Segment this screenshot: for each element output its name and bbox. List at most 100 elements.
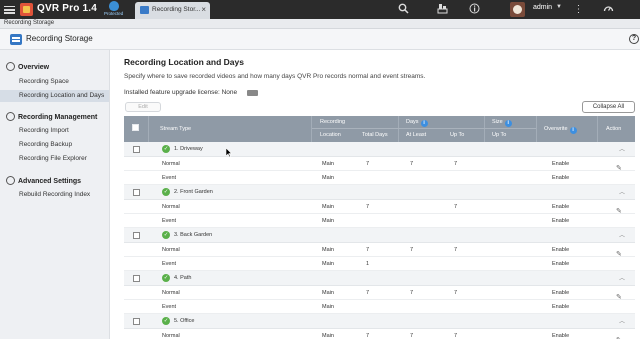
col-size: Size i [492, 119, 512, 127]
row-checkbox[interactable] [133, 232, 140, 239]
table-subrow: Normal Main 7 7 7 Enable [124, 329, 635, 339]
check-circle-icon: ✓ [162, 231, 170, 239]
tab-recording-storage[interactable]: Recording Stor... × [135, 2, 210, 19]
edit-icon[interactable]: ✎ [616, 251, 624, 259]
section-title: Recording Location and Days [124, 57, 244, 67]
search-icon[interactable] [397, 3, 410, 16]
cell-up-to: 7 [454, 333, 458, 339]
sidebar-section-advanced-settings: Advanced Settings [6, 176, 81, 185]
chevron-up-icon[interactable]: ︿ [619, 144, 625, 153]
cell-overwrite: Enable [552, 161, 570, 167]
divider [148, 116, 149, 142]
col-up-to: Up To [450, 132, 465, 138]
cell-total-days: 7 [366, 161, 370, 167]
sidebar-item-recording-file-explorer[interactable]: Recording File Explorer [0, 153, 109, 165]
chevron-up-icon[interactable]: ︿ [619, 230, 625, 239]
cell-type: Event [162, 218, 177, 224]
check-circle-icon: ✓ [162, 188, 170, 196]
edit-icon[interactable]: ✎ [616, 165, 624, 173]
top-bar: QVR Pro 1.4 Protected Recording Stor... … [0, 0, 640, 19]
table-row[interactable]: ✓ 2. Front Garden ︿ [124, 185, 635, 200]
cell-type: Normal [162, 247, 180, 253]
divider [398, 116, 399, 142]
license-icon[interactable] [247, 90, 258, 96]
edit-button[interactable]: Edit [125, 102, 161, 112]
sidebar-item-recording-import[interactable]: Recording Import [0, 125, 109, 137]
cell-at-least: 7 [410, 333, 414, 339]
app-title: QVR Pro 1.4 [37, 3, 97, 14]
table-row[interactable]: ✓ 4. Path ︿ [124, 271, 635, 286]
table-subrow: Event Main 1 Enable [124, 257, 635, 271]
cell-location: Main [322, 204, 334, 210]
sidebar-item-recording-backup[interactable]: Recording Backup [0, 139, 109, 151]
check-circle-icon: ✓ [162, 145, 170, 153]
cell-total-days: 7 [366, 247, 370, 253]
chevron-up-icon[interactable]: ︿ [619, 316, 625, 325]
info-icon[interactable] [468, 3, 481, 16]
sidebar-section-label: Overview [18, 64, 50, 71]
chevron-up-icon[interactable]: ︿ [619, 273, 625, 282]
table-row[interactable]: ✓ 5. Office ︿ [124, 314, 635, 329]
info-icon[interactable]: i [504, 120, 512, 127]
sidebar-item-recording-location-and-days[interactable]: Recording Location and Days [0, 90, 109, 102]
cell-location: Main [322, 161, 334, 167]
sidebar-section-label: Recording Management [18, 114, 98, 121]
sidebar-item-recording-space[interactable]: Recording Space [0, 76, 109, 88]
divider [597, 116, 598, 142]
chevron-up-icon[interactable]: ︿ [619, 187, 625, 196]
cell-type: Event [162, 175, 177, 181]
sidebar-section-overview: Overview [6, 62, 49, 71]
cell-location: Main [322, 333, 334, 339]
cell-type: Normal [162, 290, 180, 296]
edit-icon[interactable]: ✎ [616, 294, 624, 302]
dashboard-icon[interactable] [602, 3, 615, 16]
col-location: Location [320, 132, 341, 138]
col-overwrite-label: Overwrite [544, 126, 568, 132]
app-header: Recording Storage ? [0, 29, 640, 50]
cell-up-to: 7 [454, 290, 458, 296]
cell-total-days: 7 [366, 333, 370, 339]
shield-icon[interactable] [109, 1, 119, 11]
cell-overwrite: Enable [552, 290, 570, 296]
table-row[interactable]: ✓ 3. Back Garden ︿ [124, 228, 635, 243]
cell-overwrite: Enable [552, 261, 570, 267]
recording-management-icon [6, 112, 15, 121]
cell-up-to: 7 [454, 204, 458, 210]
row-checkbox[interactable] [133, 146, 140, 153]
close-icon[interactable]: × [201, 5, 206, 14]
cell-total-days: 7 [366, 204, 370, 210]
select-all-checkbox[interactable] [132, 124, 139, 131]
help-icon[interactable]: ? [629, 34, 639, 44]
qvr-logo-icon [20, 3, 33, 16]
col-total-days: Total Days [362, 132, 388, 138]
overview-icon [6, 62, 15, 71]
more-icon[interactable]: ⋮ [572, 3, 585, 16]
chevron-down-icon[interactable]: ▼ [556, 4, 562, 10]
row-checkbox[interactable] [133, 189, 140, 196]
advanced-settings-icon [6, 176, 15, 185]
tab-label: Recording Stor... [152, 6, 201, 13]
col-size-label: Size [492, 119, 503, 125]
info-icon[interactable]: i [569, 127, 577, 134]
cell-type: Event [162, 261, 177, 267]
menu-icon[interactable] [4, 4, 15, 15]
recording-storage-icon [10, 34, 22, 45]
edit-icon[interactable]: ✎ [616, 208, 624, 216]
user-name[interactable]: admin [533, 4, 552, 11]
table-row[interactable]: ✓ 1. Driveway ︿ [124, 142, 635, 157]
cell-location: Main [322, 261, 334, 267]
cell-at-least: 7 [410, 161, 414, 167]
row-checkbox[interactable] [133, 275, 140, 282]
info-icon[interactable]: i [420, 120, 428, 127]
cell-type: Normal [162, 333, 180, 339]
avatar[interactable] [510, 2, 525, 17]
col-overwrite: Overwrite i [544, 126, 577, 134]
sidebar-section-recording-management: Recording Management [6, 112, 97, 121]
row-checkbox[interactable] [133, 318, 140, 325]
storage-icon[interactable] [436, 3, 449, 16]
cell-overwrite: Enable [552, 247, 570, 253]
cell-overwrite: Enable [552, 333, 570, 339]
sidebar-item-rebuild-recording-index[interactable]: Rebuild Recording Index [0, 189, 109, 201]
table-subrow: Normal Main 7 7 7 Enable [124, 157, 635, 171]
collapse-all-button[interactable]: Collapse All [582, 101, 635, 113]
